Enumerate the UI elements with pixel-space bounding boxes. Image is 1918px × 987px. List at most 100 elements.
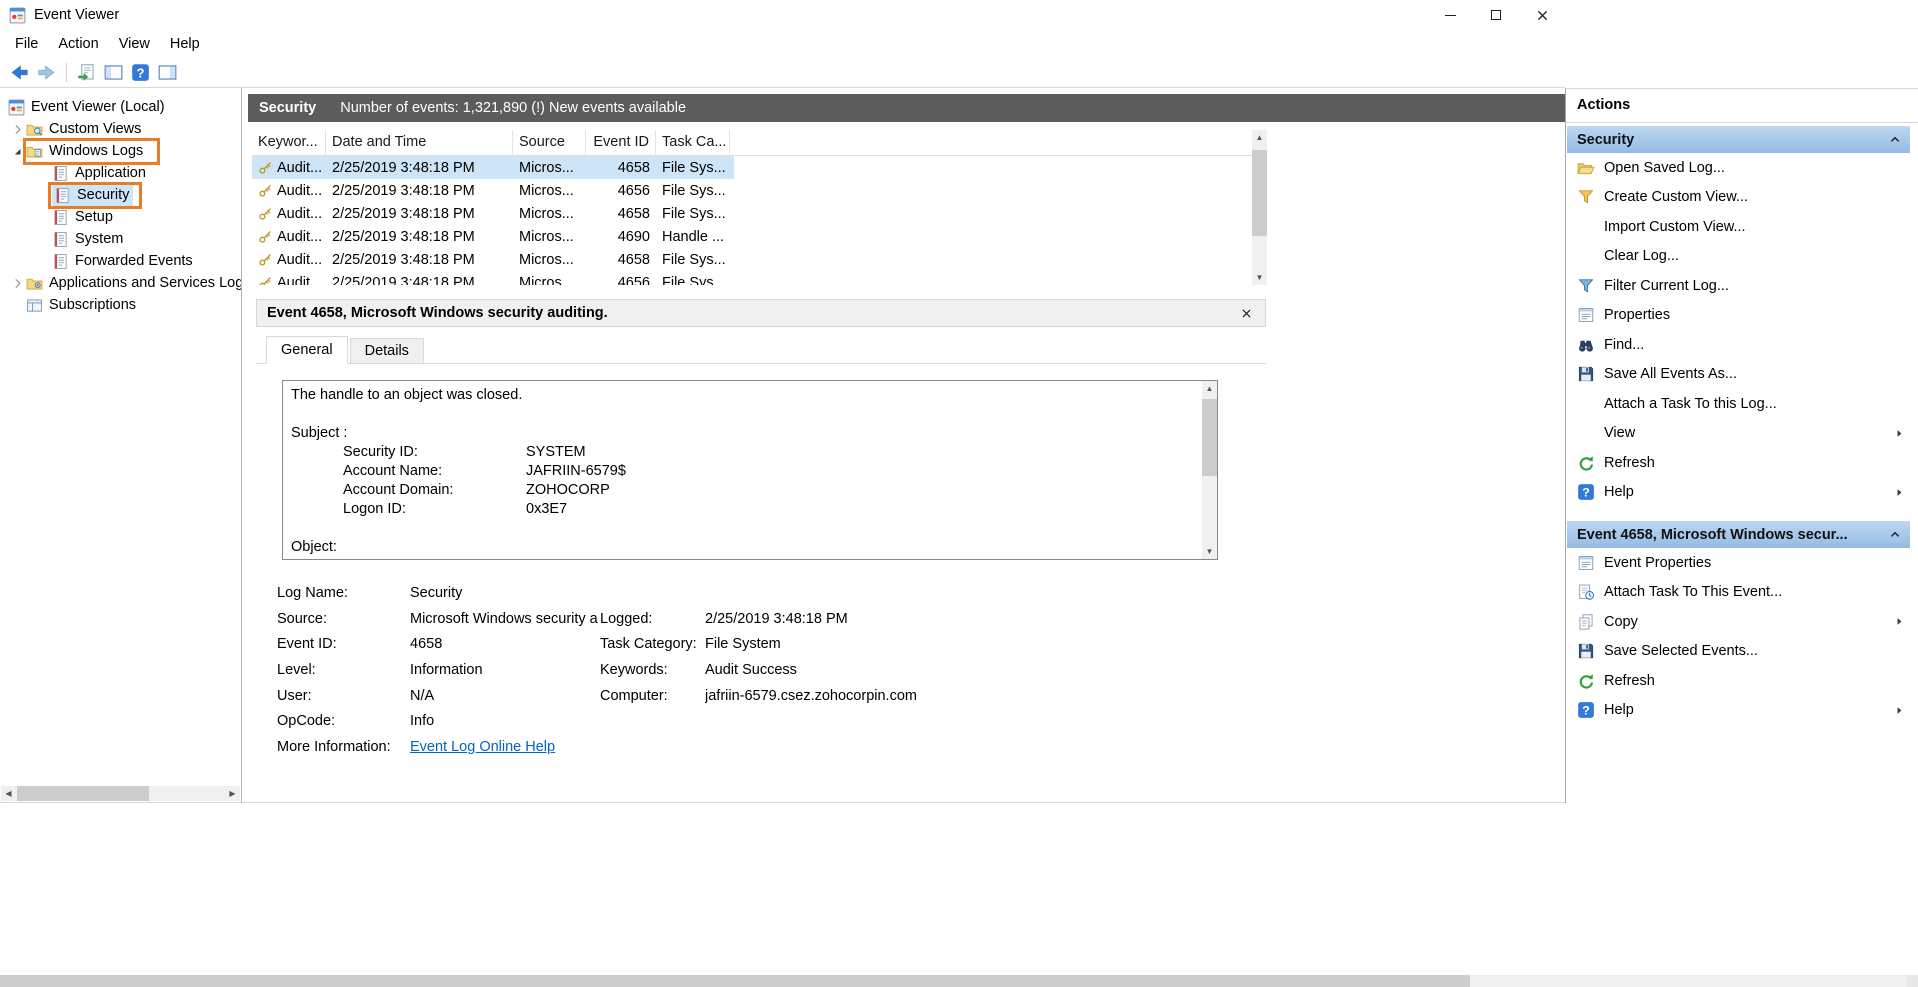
blank-icon — [1577, 424, 1595, 442]
action-event-properties[interactable]: Event Properties — [1566, 548, 1910, 578]
column-header-event-id[interactable]: Event ID — [586, 130, 656, 155]
minimize-icon — [1445, 15, 1456, 16]
back-button[interactable] — [6, 60, 33, 85]
expand-chevron-icon[interactable] — [8, 143, 26, 159]
scroll-left-button[interactable]: ◀ — [1, 786, 16, 801]
tree-item-application[interactable]: Application — [0, 162, 241, 184]
tree-item-setup[interactable]: Setup — [0, 206, 241, 228]
maximize-button[interactable] — [1473, 0, 1519, 30]
console-tree-toggle-button[interactable] — [100, 60, 127, 85]
column-header-source[interactable]: Source — [513, 130, 586, 155]
scroll-down-button[interactable]: ▼ — [1202, 544, 1217, 559]
event-description-box[interactable]: The handle to an object was closed. Subj… — [282, 380, 1218, 560]
action-create-custom-view[interactable]: Create Custom View... — [1566, 183, 1910, 213]
collapse-section-chevron-icon[interactable] — [1888, 133, 1902, 147]
collapse-chevron-icon[interactable] — [8, 275, 26, 291]
minimize-button[interactable] — [1427, 0, 1473, 30]
tree-horizontal-scrollbar[interactable]: ◀ ▶ — [1, 786, 240, 801]
action-find[interactable]: Find... — [1566, 330, 1910, 360]
description-intro: The handle to an object was closed. — [291, 386, 1193, 405]
cell-source: Micros... — [513, 206, 586, 222]
close-button[interactable] — [1519, 0, 1565, 30]
field-label: Level: — [277, 662, 410, 678]
description-scrollbar[interactable]: ▲ ▼ — [1202, 381, 1217, 559]
action-filter-current-log[interactable]: Filter Current Log... — [1566, 271, 1910, 301]
tree-item-applications-services-logs[interactable]: Applications and Services Log — [0, 272, 241, 294]
scroll-thumb[interactable] — [1202, 399, 1217, 476]
event-row[interactable]: Audit... 2/25/2019 3:48:18 PM Micros... … — [252, 225, 734, 248]
cell-task-category: Handle ... — [656, 229, 730, 245]
event-row[interactable]: Audit... 2/25/2019 3:48:18 PM Micros... … — [252, 248, 734, 271]
column-header-keywords[interactable]: Keywor... — [252, 130, 326, 155]
menubar: File Action View Help — [0, 30, 1565, 57]
scroll-thumb[interactable] — [0, 975, 1470, 987]
event-row[interactable]: Audit... 2/25/2019 3:48:18 PM Micros... … — [252, 179, 734, 202]
close-icon — [1535, 8, 1550, 23]
field-label: Event ID: — [277, 636, 410, 652]
tree-item-system[interactable]: System — [0, 228, 241, 250]
scroll-up-button[interactable]: ▲ — [1252, 130, 1267, 145]
export-list-button[interactable] — [73, 60, 100, 85]
console-tree-toggle-icon — [104, 63, 123, 82]
preview-close-button[interactable] — [1237, 304, 1255, 322]
event-row[interactable]: Audit... 2/25/2019 3:48:18 PM Micros... … — [252, 271, 734, 285]
column-header-task-category[interactable]: Task Ca... — [656, 130, 730, 155]
actions-section-header-event[interactable]: Event 4658, Microsoft Windows secur... — [1567, 521, 1910, 548]
action-attach-task-to-event[interactable]: Attach Task To This Event... — [1566, 578, 1910, 608]
action-label: Filter Current Log... — [1604, 278, 1910, 294]
scroll-down-button[interactable]: ▼ — [1252, 270, 1267, 285]
scroll-thumb[interactable] — [1252, 150, 1267, 236]
action-save-selected-events[interactable]: Save Selected Events... — [1566, 637, 1910, 667]
forward-button[interactable] — [33, 60, 60, 85]
action-properties[interactable]: Properties — [1566, 301, 1910, 331]
event-log-online-help-link[interactable]: Event Log Online Help — [410, 739, 600, 755]
description-field-value: Security — [526, 558, 578, 560]
action-clear-log[interactable]: Clear Log... — [1566, 242, 1910, 272]
column-header-date-and-time[interactable]: Date and Time — [326, 130, 513, 155]
tree-item-subscriptions[interactable]: Subscriptions — [0, 294, 241, 316]
action-help[interactable]: Help — [1566, 478, 1910, 508]
action-help-event[interactable]: Help — [1566, 696, 1910, 726]
toolbar — [0, 57, 1565, 88]
scroll-right-button[interactable]: ▶ — [225, 786, 240, 801]
collapse-section-chevron-icon[interactable] — [1888, 528, 1902, 542]
scroll-up-button[interactable]: ▲ — [1202, 381, 1217, 396]
action-import-custom-view[interactable]: Import Custom View... — [1566, 212, 1910, 242]
action-pane-toggle-button[interactable] — [154, 60, 181, 85]
menu-item-action[interactable]: Action — [48, 33, 108, 55]
event-row[interactable]: Audit... 2/25/2019 3:48:18 PM Micros... … — [252, 202, 734, 225]
tree-item-label: Subscriptions — [49, 297, 136, 313]
collapse-chevron-icon[interactable] — [8, 121, 26, 137]
cell-task-category: File Sys... — [656, 252, 730, 268]
action-label: Attach Task To This Event... — [1604, 584, 1910, 600]
tree-item-security[interactable]: Security — [0, 184, 241, 206]
tab-details[interactable]: Details — [350, 338, 424, 364]
action-refresh[interactable]: Refresh — [1566, 448, 1910, 478]
action-open-saved-log[interactable]: Open Saved Log... — [1566, 153, 1910, 183]
field-label: More Information: — [277, 739, 410, 755]
event-list-scrollbar[interactable]: ▲ ▼ — [1252, 130, 1267, 285]
tree-item-windows-logs[interactable]: Windows Logs — [0, 140, 241, 162]
tab-general[interactable]: General — [266, 336, 348, 364]
menu-item-view[interactable]: View — [109, 33, 160, 55]
action-copy[interactable]: Copy — [1566, 607, 1910, 637]
tree-item-label: Custom Views — [49, 121, 141, 137]
action-refresh-event[interactable]: Refresh — [1566, 666, 1910, 696]
tree-item-forwarded-events[interactable]: Forwarded Events — [0, 250, 241, 272]
cell-keywords: Audit... — [277, 252, 322, 268]
action-label: Attach a Task To this Log... — [1604, 396, 1910, 412]
page-horizontal-scrollbar[interactable] — [0, 975, 1918, 987]
menu-item-help[interactable]: Help — [160, 33, 210, 55]
actions-section-header-security[interactable]: Security — [1567, 126, 1910, 153]
scroll-thumb[interactable] — [17, 786, 149, 801]
event-row[interactable]: Audit... 2/25/2019 3:48:18 PM Micros... … — [252, 156, 734, 179]
tree-item-event-viewer-local[interactable]: Event Viewer (Local) — [0, 96, 241, 118]
action-save-all-events-as[interactable]: Save All Events As... — [1566, 360, 1910, 390]
action-view[interactable]: View — [1566, 419, 1910, 449]
help-button[interactable] — [127, 60, 154, 85]
tree-item-custom-views[interactable]: Custom Views — [0, 118, 241, 140]
menu-item-file[interactable]: File — [5, 33, 48, 55]
cell-date: 2/25/2019 3:48:18 PM — [326, 229, 513, 245]
description-field-value: 0x3E7 — [526, 501, 567, 517]
action-attach-task-to-log[interactable]: Attach a Task To this Log... — [1566, 389, 1910, 419]
